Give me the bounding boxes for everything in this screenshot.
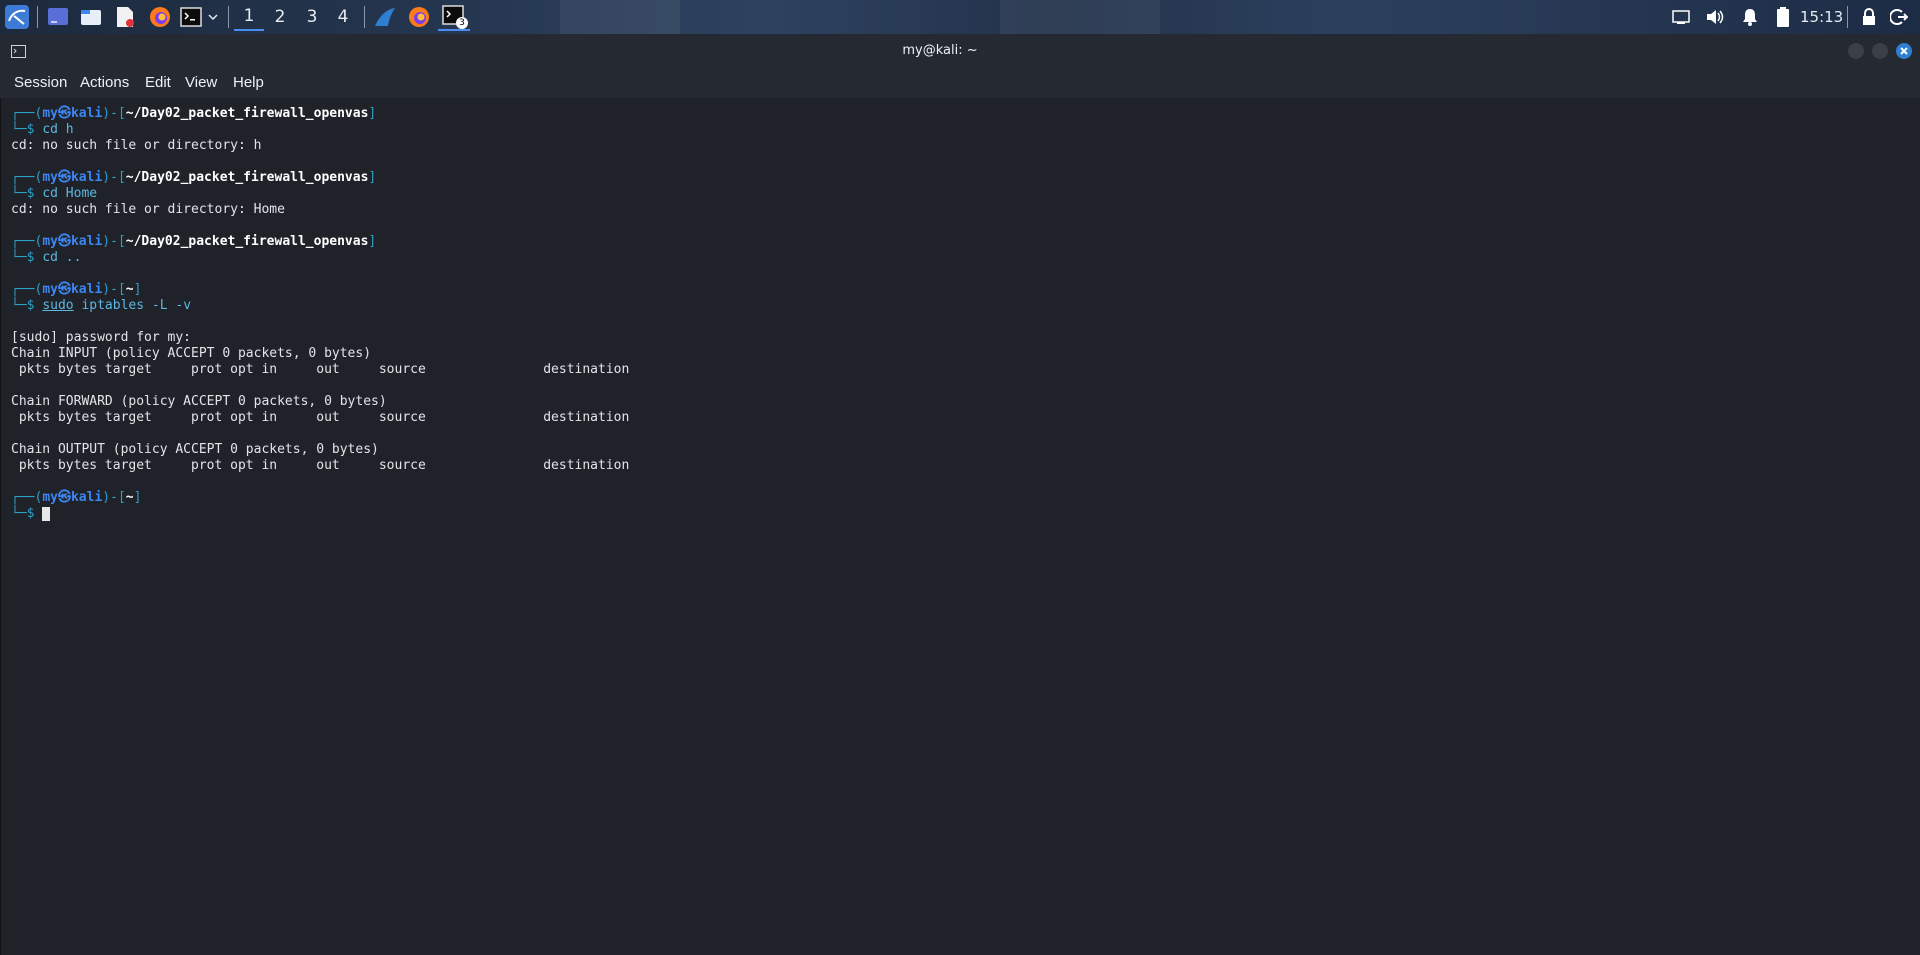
battery-icon[interactable] xyxy=(1770,3,1796,31)
command-line: └─$ xyxy=(11,506,629,522)
wallpaper-decor xyxy=(1000,0,1160,34)
output-line: [sudo] password for my: xyxy=(11,330,192,345)
prompt-line: ┌──(my㉿kali)-[~] xyxy=(11,282,142,297)
menu-view[interactable]: View xyxy=(185,74,217,91)
terminal-icon[interactable] xyxy=(178,3,204,31)
kali-menu-icon[interactable] xyxy=(2,3,32,31)
prompt-line: ┌──(my㉿kali)-[~/Day02_packet_firewall_op… xyxy=(11,234,377,249)
output-line: Chain OUTPUT (policy ACCEPT 0 packets, 0… xyxy=(11,442,379,457)
window-title: my@kali: ~ xyxy=(902,43,978,58)
terminal-icon[interactable]: 3 xyxy=(438,3,470,31)
firefox-icon[interactable] xyxy=(405,3,433,31)
bell-icon[interactable] xyxy=(1737,3,1763,31)
panel-separator xyxy=(228,6,229,28)
output-line: cd: no such file or directory: Home xyxy=(11,202,285,217)
workspace-2[interactable]: 2 xyxy=(265,3,295,31)
command-line: └─$ cd h xyxy=(11,122,74,137)
menu-edit[interactable]: Edit xyxy=(145,74,171,91)
panel-separator xyxy=(364,6,365,28)
prompt-line: ┌──(my㉿kali)-[~] xyxy=(11,490,142,505)
desktop-icon[interactable] xyxy=(45,3,71,31)
close-icon xyxy=(1900,47,1908,55)
volume-icon[interactable] xyxy=(1702,3,1728,31)
text-editor-icon[interactable] xyxy=(112,3,138,31)
prompt-line: ┌──(my㉿kali)-[~/Day02_packet_firewall_op… xyxy=(11,106,377,121)
close-button[interactable] xyxy=(1896,43,1912,59)
maximize-button[interactable] xyxy=(1872,43,1888,59)
scrollbar[interactable] xyxy=(1908,98,1918,948)
logout-icon[interactable] xyxy=(1886,3,1912,31)
output-line: pkts bytes target prot opt in out source… xyxy=(11,362,630,377)
output-line: pkts bytes target prot opt in out source… xyxy=(11,458,630,473)
workspace-4[interactable]: 4 xyxy=(328,3,358,31)
terminal-window: my@kali: ~ Session Actions Edit View Hel… xyxy=(0,34,1920,955)
command-line: └─$ cd .. xyxy=(11,250,82,265)
output-line: pkts bytes target prot opt in out source… xyxy=(11,410,630,425)
chevron-down-icon[interactable] xyxy=(205,3,221,31)
workspace-3[interactable]: 3 xyxy=(297,3,327,31)
menu-session[interactable]: Session xyxy=(14,74,67,91)
output-line: Chain FORWARD (policy ACCEPT 0 packets, … xyxy=(11,394,387,409)
lock-icon[interactable] xyxy=(1856,3,1882,31)
text-cursor xyxy=(42,506,51,521)
output-line: Chain INPUT (policy ACCEPT 0 packets, 0 … xyxy=(11,346,372,361)
menu-bar: Session Actions Edit View Help xyxy=(0,68,1920,98)
output-line: cd: no such file or directory: h xyxy=(11,138,262,153)
file-manager-icon[interactable] xyxy=(78,3,104,31)
terminal-output[interactable]: ┌──(my㉿kali)-[~/Day02_packet_firewall_op… xyxy=(0,98,1918,955)
wallpaper-decor xyxy=(560,0,680,34)
workspace-1[interactable]: 1 xyxy=(234,3,264,31)
title-bar[interactable]: my@kali: ~ xyxy=(0,34,1920,68)
app-launcher-icon[interactable] xyxy=(371,3,399,31)
firefox-icon[interactable] xyxy=(147,3,173,31)
panel-separator xyxy=(1847,6,1848,28)
menu-help[interactable]: Help xyxy=(233,74,264,91)
panel-separator xyxy=(37,6,38,28)
command-line: └─$ sudo iptables -L -v xyxy=(11,298,192,313)
minimize-button[interactable] xyxy=(1848,43,1864,59)
menu-actions[interactable]: Actions xyxy=(80,74,129,91)
top-panel: 1 2 3 4 3 15:13 xyxy=(0,0,1920,34)
prompt-line: ┌──(my㉿kali)-[~/Day02_packet_firewall_op… xyxy=(11,170,377,185)
command-line: └─$ cd Home xyxy=(11,186,98,201)
terminal-count-badge: 3 xyxy=(456,17,468,29)
screen-icon[interactable] xyxy=(1668,3,1694,31)
clock[interactable]: 15:13 xyxy=(1800,8,1843,26)
